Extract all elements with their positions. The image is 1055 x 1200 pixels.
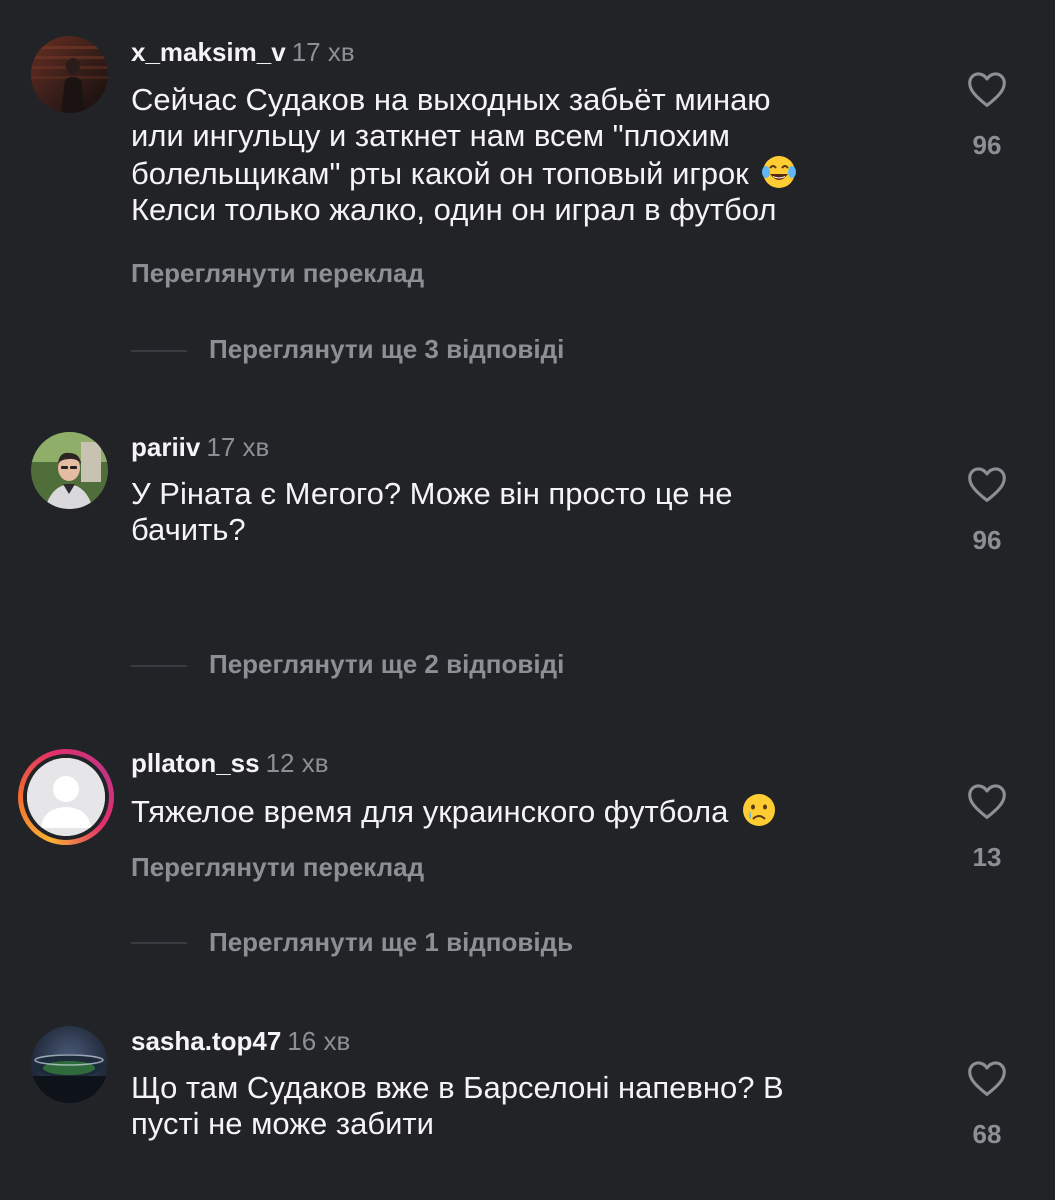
comment-text-line: пусті не може забити (131, 1106, 434, 1141)
comment-text-line: Сейчас Судаков на выходных забьёт минаю (131, 82, 771, 117)
person-icon (27, 758, 105, 836)
username[interactable]: sasha.top47 (131, 1026, 281, 1056)
username[interactable]: x_maksim_v (131, 37, 286, 67)
joy-emoji-icon (762, 156, 797, 188)
view-replies-button[interactable]: Переглянути ще 3 відповіді (209, 334, 564, 365)
comment-text-line: Келси только жалко, один он играл в футб… (131, 192, 777, 227)
comment-meta: sasha.top47 16 хв (131, 1026, 350, 1056)
comment-text-line: или ингульцу и заткнет нам всем "плохим (131, 118, 730, 153)
comment-text: У Ріната є Мегого? Може він просто це не… (131, 476, 931, 548)
see-translation-button[interactable]: Переглянути переклад (131, 852, 424, 883)
comment-text-line: Що там Судаков вже в Барселоні напевно? … (131, 1070, 784, 1105)
like-count: 96 (972, 130, 1002, 160)
comment-text-line: Тяжелое время для украинского футбола (131, 794, 729, 829)
timestamp: 16 хв (287, 1026, 351, 1056)
avatar[interactable] (31, 432, 108, 509)
comment-meta: pariiv 17 хв (131, 432, 269, 462)
comment-meta: x_maksim_v 17 хв (131, 37, 355, 67)
timestamp: 17 хв (291, 37, 355, 67)
like-count: 68 (972, 1119, 1002, 1149)
heart-icon[interactable] (966, 70, 1008, 108)
replies-divider (131, 350, 187, 352)
comment-text: Сейчас Судаков на выходных забьёт минаю … (131, 82, 931, 228)
view-replies-button[interactable]: Переглянути ще 2 відповіді (209, 649, 564, 680)
see-translation-button[interactable]: Переглянути переклад (131, 258, 424, 289)
avatar-story-ring[interactable] (18, 749, 114, 845)
comment-text: Тяжелое время для украинского футбола (131, 792, 931, 830)
like-count: 96 (972, 525, 1002, 555)
avatar[interactable] (31, 36, 108, 113)
username[interactable]: pllaton_ss (131, 748, 260, 778)
crying-emoji-icon (742, 794, 775, 826)
comment-text-line: болельщикам" рты какой он топовый игрок (131, 156, 749, 191)
like-count: 13 (972, 842, 1002, 872)
username[interactable]: pariiv (131, 432, 200, 462)
heart-icon[interactable] (966, 465, 1008, 503)
heart-icon[interactable] (966, 782, 1008, 820)
comment-text-line: бачить? (131, 512, 246, 547)
view-replies-button[interactable]: Переглянути ще 1 відповідь (209, 927, 573, 958)
replies-divider (131, 665, 187, 667)
timestamp: 17 хв (206, 432, 270, 462)
avatar[interactable] (31, 1026, 108, 1103)
heart-icon[interactable] (966, 1059, 1008, 1097)
comment-meta: pllaton_ss 12 хв (131, 748, 329, 778)
replies-divider (131, 942, 187, 944)
timestamp: 12 хв (265, 748, 329, 778)
comment-text-line: У Ріната є Мегого? Може він просто це не (131, 476, 733, 511)
default-avatar (27, 758, 105, 836)
comment-text: Що там Судаков вже в Барселоні напевно? … (131, 1070, 931, 1142)
